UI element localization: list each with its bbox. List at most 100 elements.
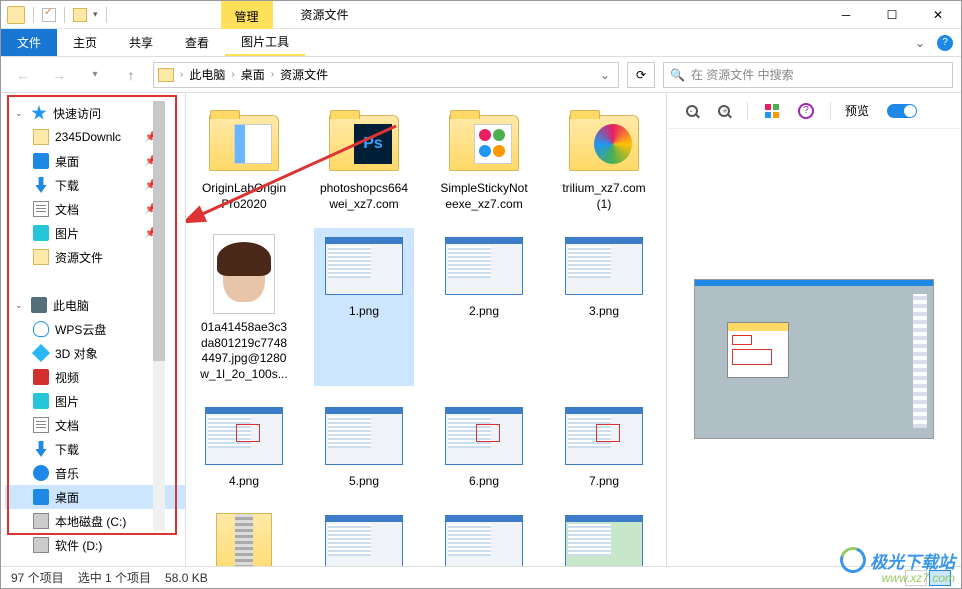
crumb-current[interactable]: 资源文件 — [280, 66, 328, 83]
qat-dropdown-icon[interactable]: ▾ — [93, 9, 98, 20]
tab-view[interactable]: 查看 — [169, 29, 225, 56]
document-icon — [33, 417, 49, 433]
file-item[interactable]: 2.png — [434, 228, 534, 386]
chevron-right-icon[interactable]: › — [178, 69, 185, 80]
expand-icon[interactable]: ⌄ — [15, 300, 25, 311]
search-icon: 🔍 — [670, 68, 685, 82]
nav-back-button[interactable]: ← — [9, 61, 37, 89]
file-item[interactable] — [554, 506, 654, 566]
address-bar-row: ← → ▾ ↑ › 此电脑 › 桌面 › 资源文件 ⌄ ⟳ 🔍 在 资源文件 中… — [1, 57, 961, 93]
file-item[interactable]: OriginLabOriginPro2020 — [194, 105, 294, 216]
magnifier-plus-icon — [718, 105, 730, 117]
cube-icon — [32, 344, 50, 362]
address-dropdown-icon[interactable]: ⌄ — [596, 68, 614, 82]
chevron-right-icon[interactable]: › — [269, 69, 276, 80]
zoom-in-button[interactable]: + — [713, 101, 733, 121]
file-item[interactable] — [194, 506, 294, 566]
document-icon — [33, 201, 49, 217]
pictures-icon — [33, 393, 49, 409]
item-thumbnail — [205, 109, 283, 177]
address-bar[interactable]: › 此电脑 › 桌面 › 资源文件 ⌄ — [153, 62, 619, 88]
file-item[interactable]: trilium_xz7.com (1) — [554, 105, 654, 216]
sidebar-scrollbar[interactable] — [153, 101, 165, 531]
grid-icon — [765, 104, 779, 118]
item-thumbnail — [325, 402, 403, 470]
file-list-area[interactable]: OriginLabOriginPro2020Psphotoshopcs664we… — [186, 93, 666, 566]
help-icon[interactable]: ? — [937, 35, 953, 51]
item-label: 01a41458ae3c3da801219c77484497.jpg@1280w… — [198, 320, 290, 382]
file-item[interactable]: SimpleStickyNoteexe_xz7.com — [434, 105, 534, 216]
item-thumbnail — [205, 510, 283, 566]
disk-icon — [33, 513, 49, 529]
nav-up-button[interactable]: ↑ — [117, 61, 145, 89]
status-size: 58.0 KB — [165, 571, 208, 585]
zoom-out-button[interactable]: - — [679, 101, 699, 121]
crumb-thispc[interactable]: 此电脑 — [189, 66, 225, 83]
file-item[interactable] — [314, 506, 414, 566]
item-label: 6.png — [469, 474, 499, 490]
item-thumbnail — [565, 510, 643, 566]
item-label: 4.png — [229, 474, 259, 490]
item-thumbnail — [445, 402, 523, 470]
tree-item[interactable]: 软件 (D:) — [5, 533, 185, 557]
item-thumbnail — [445, 510, 523, 566]
tab-file[interactable]: 文件 — [1, 29, 57, 56]
folder-icon — [33, 249, 49, 265]
watermark: 极光下载站 www.xz7.com — [840, 547, 955, 585]
file-item[interactable]: 5.png — [314, 398, 414, 494]
item-label: 5.png — [349, 474, 379, 490]
preview-toolbar: - + ? 预览 — [667, 93, 961, 129]
qat-properties-icon[interactable] — [42, 8, 56, 22]
download-icon — [33, 177, 49, 193]
refresh-button[interactable]: ⟳ — [627, 62, 655, 88]
minimize-button[interactable]: ─ — [823, 1, 869, 29]
file-item[interactable]: 1.png — [314, 228, 414, 386]
desktop-icon — [33, 153, 49, 169]
file-item[interactable]: 3.png — [554, 228, 654, 386]
chevron-right-icon[interactable]: › — [229, 69, 236, 80]
window-controls: ─ ☐ ✕ — [823, 1, 961, 29]
item-label: 7.png — [589, 474, 619, 490]
preview-label: 预览 — [845, 102, 869, 119]
ribbon-tabs: 文件 主页 共享 查看 图片工具 ⌄ ? — [1, 29, 961, 57]
expand-icon[interactable]: ⌄ — [15, 108, 25, 119]
preview-toggle[interactable] — [887, 104, 917, 118]
search-placeholder: 在 资源文件 中搜索 — [691, 66, 794, 83]
item-thumbnail — [565, 232, 643, 300]
watermark-logo-icon — [836, 543, 871, 578]
app-folder-icon — [7, 6, 25, 24]
question-icon: ? — [798, 103, 814, 119]
item-label: 1.png — [349, 304, 379, 320]
qat-newfolder-icon[interactable] — [73, 8, 87, 22]
star-icon — [31, 105, 47, 121]
address-folder-icon — [158, 68, 174, 82]
file-item[interactable]: Psphotoshopcs664wei_xz7.com — [314, 105, 414, 216]
nav-forward-button[interactable]: → — [45, 61, 73, 89]
file-item[interactable]: 4.png — [194, 398, 294, 494]
tab-share[interactable]: 共享 — [113, 29, 169, 56]
preview-help-button[interactable]: ? — [796, 101, 816, 121]
file-item[interactable]: 01a41458ae3c3da801219c77484497.jpg@1280w… — [194, 228, 294, 386]
close-button[interactable]: ✕ — [915, 1, 961, 29]
file-item[interactable] — [434, 506, 534, 566]
item-thumbnail — [445, 109, 523, 177]
watermark-text2: www.xz7.com — [882, 571, 955, 585]
status-bar: 97 个项目 选中 1 个项目 58.0 KB — [1, 566, 961, 588]
file-item[interactable]: 7.png — [554, 398, 654, 494]
file-item[interactable]: 6.png — [434, 398, 534, 494]
grid-view-button[interactable] — [762, 101, 782, 121]
status-item-count: 97 个项目 — [11, 569, 64, 586]
item-thumbnail — [205, 402, 283, 470]
item-label: photoshopcs664wei_xz7.com — [318, 181, 410, 212]
tab-home[interactable]: 主页 — [57, 29, 113, 56]
desktop-icon — [33, 489, 49, 505]
crumb-desktop[interactable]: 桌面 — [241, 66, 265, 83]
ribbon-collapse-button[interactable]: ⌄ — [915, 36, 925, 50]
watermark-text1: 极光下载站 — [870, 548, 955, 573]
search-input[interactable]: 🔍 在 资源文件 中搜索 — [663, 62, 953, 88]
item-thumbnail — [325, 510, 403, 566]
item-label: trilium_xz7.com (1) — [558, 181, 650, 212]
nav-recent-dropdown[interactable]: ▾ — [81, 61, 109, 89]
tab-picture-tools[interactable]: 图片工具 — [225, 29, 305, 56]
maximize-button[interactable]: ☐ — [869, 1, 915, 29]
